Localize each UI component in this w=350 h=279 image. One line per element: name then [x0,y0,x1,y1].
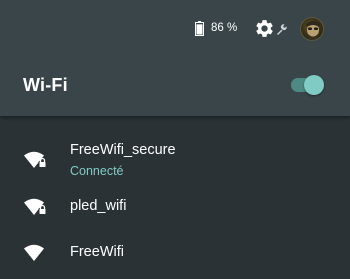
network-name: FreeWifi [70,244,124,260]
wifi-icon [24,244,44,261]
avatar[interactable] [300,17,324,41]
quick-settings-panel: 86 % Wi-Fi FreeWifi_secure Connecté pled… [0,0,350,279]
battery-percentage: 86 % [211,22,238,34]
network-name: pled_wifi [70,198,127,214]
wifi-locked-icon [24,151,47,168]
status-bar: 86 % [0,0,350,60]
network-item[interactable]: FreeWifi [0,231,350,275]
wifi-header[interactable]: Wi-Fi [0,60,350,116]
network-name: FreeWifi_secure [70,142,176,158]
network-status: Connecté [70,164,124,178]
wifi-toggle[interactable] [291,74,325,96]
wifi-locked-icon [24,198,47,215]
battery-icon [195,21,204,36]
wrench-icon [277,24,287,35]
network-item[interactable]: FreeWifi_secure Connecté [0,136,350,180]
network-list: FreeWifi_secure Connecté pled_wifi FreeW… [0,116,350,279]
network-item[interactable]: pled_wifi [0,186,350,230]
wifi-toggle-thumb [304,75,324,95]
wifi-title: Wi-Fi [23,75,68,95]
gear-icon[interactable] [254,18,275,39]
